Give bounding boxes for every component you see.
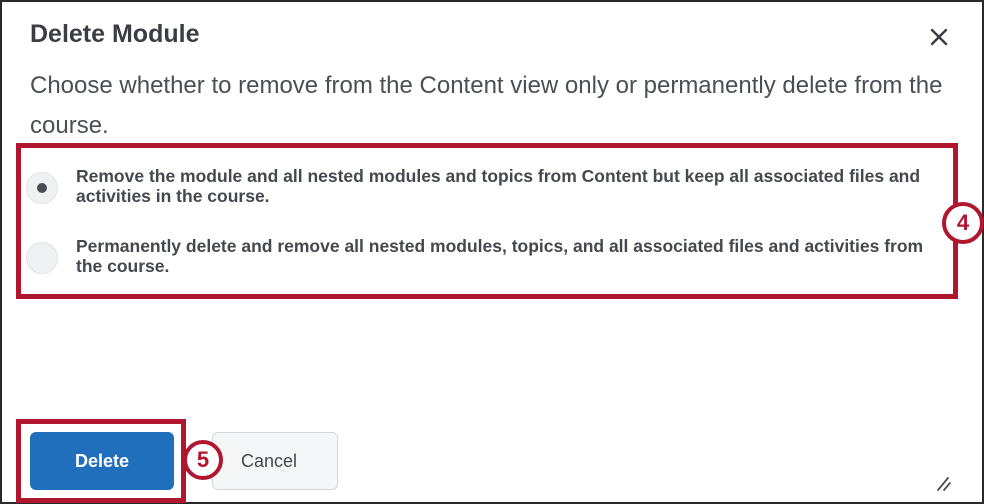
radio-permanently-delete[interactable] (26, 242, 58, 274)
close-button[interactable] (924, 22, 954, 52)
option-permanently-delete[interactable]: Permanently delete and remove all nested… (26, 236, 936, 276)
cancel-button[interactable]: Cancel (212, 432, 338, 490)
radio-selected-dot (37, 183, 47, 193)
dialog-title: Delete Module (30, 20, 200, 48)
option-remove-from-content[interactable]: Remove the module and all nested modules… (26, 166, 936, 206)
resize-handle-icon[interactable] (932, 472, 952, 492)
delete-module-dialog: Delete Module Choose whether to remove f… (0, 0, 984, 504)
step-callout-5: 5 (183, 440, 223, 480)
radio-remove-from-content[interactable] (26, 172, 58, 204)
option-permanent-label: Permanently delete and remove all nested… (76, 236, 924, 276)
option-remove-label: Remove the module and all nested modules… (76, 166, 921, 206)
delete-button-highlight-box (16, 419, 186, 503)
close-icon (930, 28, 948, 46)
dialog-description: Choose whether to remove from the Conten… (30, 72, 943, 139)
step-callout-4: 4 (942, 202, 984, 244)
